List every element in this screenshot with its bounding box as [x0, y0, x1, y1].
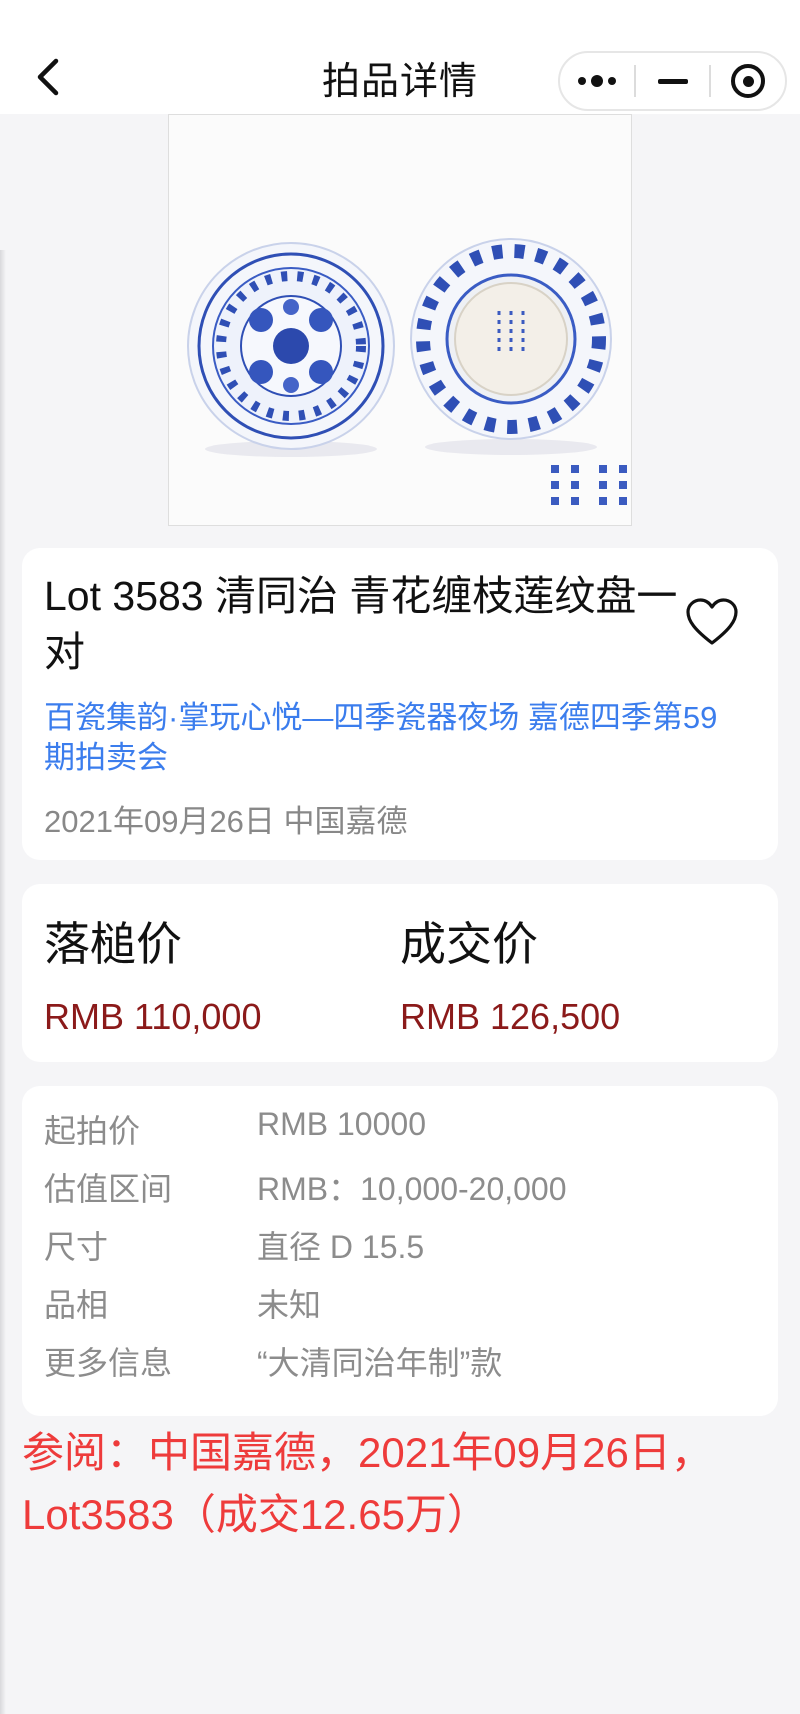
minus-icon: [657, 78, 688, 84]
mini-program-capsule: [558, 51, 787, 111]
details-card: 起拍价 RMB 10000 估值区间 RMB：10,000-20,000 尺寸 …: [22, 1086, 778, 1416]
more-dots-icon: [577, 75, 616, 87]
auction-session-link[interactable]: 百瓷集韵·掌玩心悦—四季瓷器夜场 嘉德四季第59期拍卖会: [44, 698, 744, 778]
favorite-button[interactable]: [682, 592, 742, 652]
price-card: 落槌价 成交价 RMB 110,000 RMB 126,500: [22, 884, 778, 1062]
reference-note: 参阅：中国嘉德，2021年09月26日，Lot3583（成交12.65万）: [22, 1429, 713, 1538]
nav-bar: 拍品详情: [0, 0, 800, 114]
detail-key: 估值区间: [44, 1171, 173, 1207]
auction-date-house: 2021年09月26日 中国嘉德: [44, 804, 408, 839]
detail-key: 更多信息: [44, 1345, 173, 1381]
heart-icon: [686, 598, 738, 645]
detail-value: RMB：10,000-20,000: [257, 1171, 567, 1207]
reign-mark: [551, 465, 627, 505]
page-edge-shadow: [0, 250, 6, 1714]
hammer-price-label: 落槌价: [44, 918, 182, 970]
detail-row-start-price: 起拍价 RMB 10000: [44, 1106, 764, 1156]
detail-value: 直径 D 15.5: [257, 1229, 425, 1265]
detail-value: RMB 10000: [257, 1106, 426, 1142]
porcelain-plates-image: [187, 238, 627, 505]
lot-title: Lot 3583 清同治 青花缠枝莲纹盘一对: [44, 573, 678, 675]
detail-row-estimate: 估值区间 RMB：10,000-20,000: [44, 1164, 764, 1214]
minimize-button[interactable]: [636, 53, 710, 109]
target-icon: [731, 64, 766, 98]
sold-price-value: RMB 126,500: [400, 996, 621, 1037]
hammer-price-value: RMB 110,000: [44, 996, 262, 1037]
product-image[interactable]: [168, 114, 632, 526]
detail-value: 未知: [257, 1287, 322, 1323]
close-button[interactable]: [711, 53, 785, 109]
detail-key: 品相: [44, 1287, 109, 1323]
lot-info-card: Lot 3583 清同治 青花缠枝莲纹盘一对 百瓷集韵·掌玩心悦—四季瓷器夜场 …: [22, 548, 778, 860]
detail-key: 起拍价: [44, 1113, 141, 1149]
detail-row-condition: 品相 未知: [44, 1280, 764, 1330]
detail-value: “大清同治年制”款: [257, 1345, 503, 1381]
more-button[interactable]: [560, 53, 634, 109]
sold-price-label: 成交价: [400, 918, 538, 970]
detail-row-size: 尺寸 直径 D 15.5: [44, 1222, 764, 1272]
detail-row-more-info: 更多信息 “大清同治年制”款: [44, 1338, 764, 1388]
detail-key: 尺寸: [44, 1229, 109, 1265]
